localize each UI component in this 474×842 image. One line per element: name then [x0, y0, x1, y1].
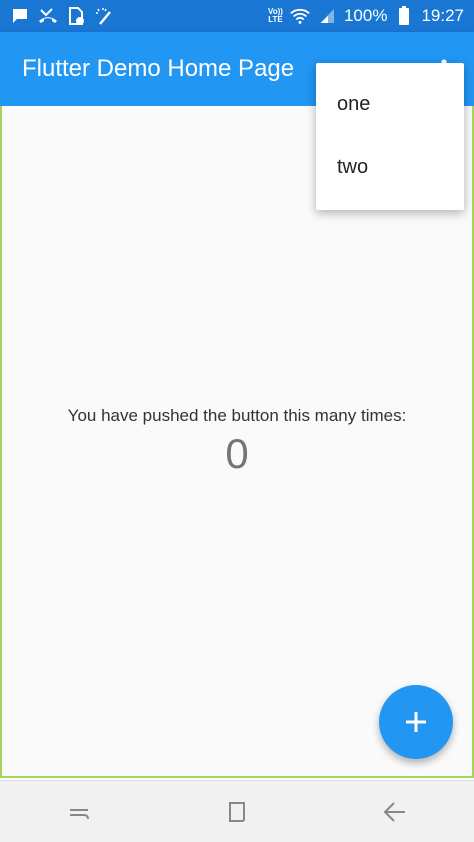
- magic-wand-icon: [94, 6, 114, 26]
- wifi-icon: [290, 6, 310, 26]
- sim-alert-icon: [66, 6, 86, 26]
- status-notifications: [10, 6, 114, 26]
- message-icon: [10, 6, 30, 26]
- home-button[interactable]: [207, 787, 267, 837]
- navigation-bar: [0, 780, 474, 842]
- missed-call-icon: [38, 6, 58, 26]
- popup-menu: one two: [316, 63, 464, 210]
- recent-apps-button[interactable]: [49, 787, 109, 837]
- recent-apps-icon: [70, 808, 89, 819]
- counter-value: 0: [225, 430, 249, 477]
- volte-icon: Vo)) LTE: [268, 8, 283, 24]
- counter-message: You have pushed the button this many tim…: [67, 406, 407, 425]
- status-system: Vo)) LTE 100% 19:27: [268, 6, 464, 26]
- status-bar: Vo)) LTE 100% 19:27: [0, 0, 474, 32]
- increment-button[interactable]: [379, 685, 453, 759]
- lte-label: LTE: [268, 15, 283, 24]
- page-title: Flutter Demo Home Page: [22, 55, 295, 82]
- add-icon: [406, 712, 426, 732]
- home-icon: [229, 801, 245, 822]
- back-icon: [383, 801, 405, 822]
- clock: 19:27: [421, 6, 464, 25]
- signal-icon: [317, 6, 337, 26]
- menu-item-one[interactable]: one: [316, 73, 464, 136]
- back-button[interactable]: [365, 787, 425, 837]
- battery-icon: [394, 6, 414, 26]
- menu-item-two[interactable]: two: [316, 136, 464, 199]
- battery-percent: 100%: [343, 6, 388, 25]
